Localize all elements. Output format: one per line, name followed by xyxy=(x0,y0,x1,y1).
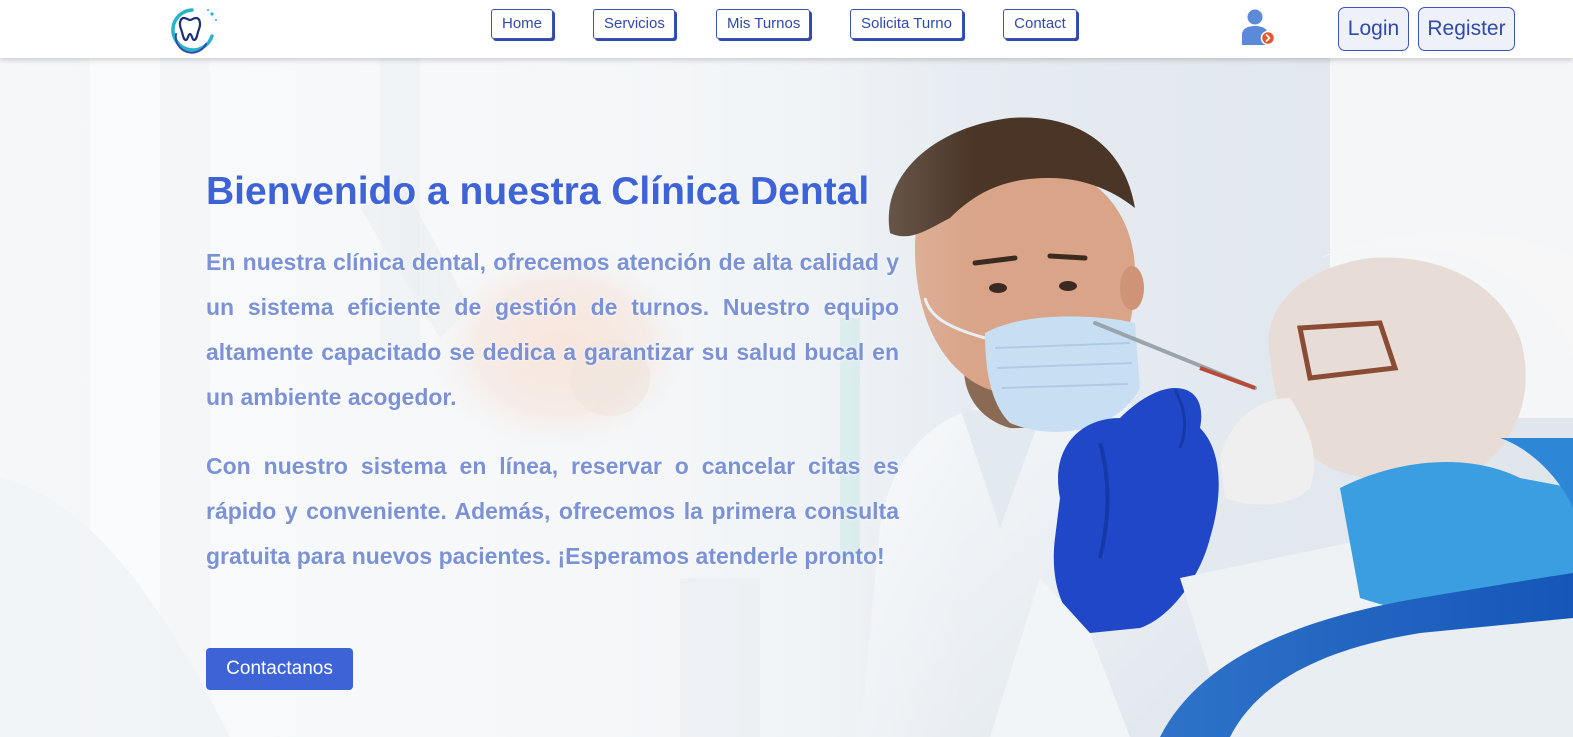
hero-section: Bienvenido a nuestra Clínica Dental En n… xyxy=(0,58,1573,737)
hero-content: Bienvenido a nuestra Clínica Dental En n… xyxy=(206,170,899,603)
nav-link-servicios[interactable]: Servicios xyxy=(593,9,675,39)
contactanos-button[interactable]: Contactanos xyxy=(206,648,353,690)
nav-link-contact[interactable]: Contact xyxy=(1003,9,1077,39)
nav-link-mis-turnos[interactable]: Mis Turnos xyxy=(716,9,810,39)
hero-paragraph-intro: En nuestra clínica dental, ofrecemos ate… xyxy=(206,249,899,410)
tooth-logo-icon[interactable] xyxy=(162,4,220,54)
user-logout-icon[interactable] xyxy=(1240,8,1276,46)
hero-title: Bienvenido a nuestra Clínica Dental xyxy=(206,170,870,213)
nav-link-solicita-turno[interactable]: Solicita Turno xyxy=(850,9,963,39)
login-button[interactable]: Login xyxy=(1338,7,1409,51)
hero-paragraph-booking: Con nuestro sistema en línea, reservar o… xyxy=(206,453,899,569)
page: Home Servicios Mis Turnos Solicita Turno… xyxy=(0,0,1573,737)
register-button[interactable]: Register xyxy=(1418,7,1515,51)
nav-link-home[interactable]: Home xyxy=(491,9,553,39)
navbar: Home Servicios Mis Turnos Solicita Turno… xyxy=(0,0,1573,58)
